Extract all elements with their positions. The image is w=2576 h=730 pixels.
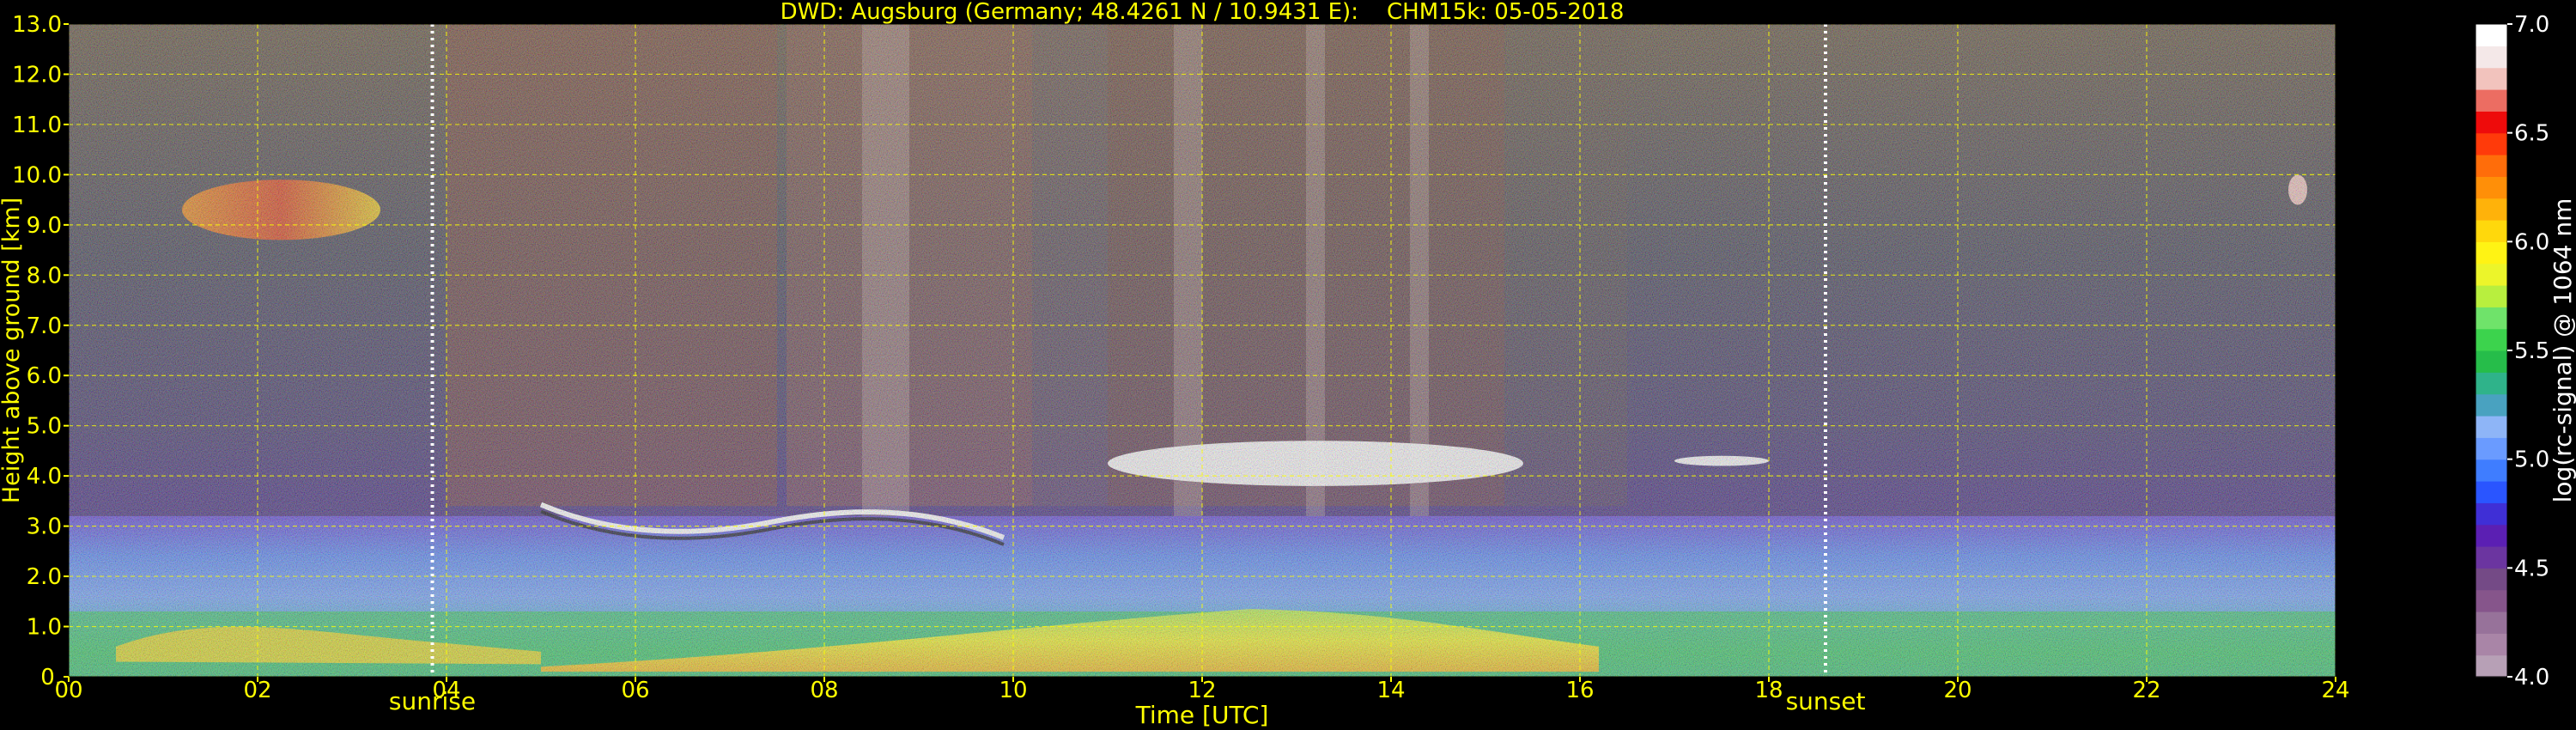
colorbar-segment <box>2476 285 2507 307</box>
colorbar-tick-label: 7.0 <box>2514 12 2549 38</box>
colorbar-segment <box>2476 372 2507 395</box>
sunrise-label: sunrise <box>389 687 476 715</box>
plot-area <box>69 24 2336 677</box>
chart-title: DWD: Augsburg (Germany; 48.4261 N / 10.9… <box>781 0 1625 25</box>
y-tick-label: 2.0 <box>27 564 62 590</box>
colorbar-segment <box>2476 46 2507 69</box>
colorbar-segment <box>2476 132 2507 155</box>
colorbar-segment <box>2476 24 2507 46</box>
y-tick-label: 10.0 <box>12 162 62 188</box>
colorbar-tick-label: 6.0 <box>2514 229 2549 255</box>
x-tick-label: 12 <box>1188 678 1216 703</box>
colorbar-segment <box>2476 198 2507 221</box>
y-tick-label: 1.0 <box>27 615 62 641</box>
sunset-label: sunset <box>1786 687 1866 715</box>
y-tick-label: 7.0 <box>27 313 62 339</box>
x-axis-label: Time [UTC] <box>1135 701 1269 729</box>
colorbar-segment <box>2476 546 2507 569</box>
colorbar: 4.0 4.5 5.0 5.5 6.0 6.5 7.0 <box>2475 12 2549 690</box>
y-tick-label: 6.0 <box>27 363 62 389</box>
y-tick-label: 8.0 <box>27 263 62 289</box>
y-tick-label: 11.0 <box>12 113 62 138</box>
colorbar-segment <box>2476 176 2507 199</box>
colorbar-tick-label: 5.0 <box>2514 447 2549 473</box>
colorbar-segment <box>2476 67 2507 90</box>
y-tick-label: 9.0 <box>27 213 62 239</box>
y-tick-label: 3.0 <box>27 514 62 540</box>
y-tick-label: 0. <box>40 665 62 690</box>
colorbar-segment <box>2476 307 2507 330</box>
colorbar-segment <box>2476 502 2507 526</box>
colorbar-tick-label: 4.5 <box>2514 556 2549 581</box>
colorbar-segment <box>2476 416 2507 438</box>
colorbar-segment <box>2476 393 2507 417</box>
colorbar-segment <box>2476 589 2507 612</box>
colorbar-segment <box>2476 155 2507 177</box>
colorbar-segment <box>2476 350 2507 373</box>
x-tick-label: 08 <box>810 678 838 703</box>
colorbar-segment <box>2476 481 2507 503</box>
colorbar-segment <box>2476 459 2507 482</box>
x-tick-label: 10 <box>999 678 1027 703</box>
colorbar-segment <box>2476 611 2507 634</box>
y-tick-label: 4.0 <box>27 464 62 490</box>
sun-marker-labels: sunrise sunset <box>389 687 1866 715</box>
colorbar-label: log(rc-signal) @ 1064 nm <box>2549 198 2576 503</box>
x-tick-label: 22 <box>2132 678 2160 703</box>
colorbar-segment <box>2476 633 2507 656</box>
colorbar-tick-label: 6.5 <box>2514 121 2549 147</box>
x-tick-label: 16 <box>1565 678 1594 703</box>
colorbar-segment <box>2476 111 2507 134</box>
x-tick-label: 20 <box>1943 678 1971 703</box>
colorbar-segment <box>2476 437 2507 460</box>
x-tick-label: 06 <box>621 678 649 703</box>
y-axis-label: Height above ground [km] <box>0 198 25 503</box>
colorbar-tick-label: 5.5 <box>2514 338 2549 364</box>
colorbar-segment <box>2476 220 2507 242</box>
x-tick-label: 18 <box>1754 678 1783 703</box>
x-tick-label: 02 <box>243 678 271 703</box>
colorbar-segment <box>2476 241 2507 265</box>
colorbar-segment <box>2476 654 2507 678</box>
colorbar-segment <box>2476 328 2507 351</box>
colorbar-tick-label: 4.0 <box>2514 665 2549 690</box>
y-tick-label: 5.0 <box>27 414 62 440</box>
colorbar-segment <box>2476 524 2507 547</box>
y-tick-label: 13.0 <box>12 12 62 38</box>
y-tick-label: 12.0 <box>12 62 62 88</box>
colorbar-segment <box>2476 568 2507 591</box>
x-tick-label: 24 <box>2321 678 2349 703</box>
ceilometer-chart: DWD: Augsburg (Germany; 48.4261 N / 10.9… <box>0 0 2576 729</box>
colorbar-segment <box>2476 263 2507 286</box>
x-tick-label: 14 <box>1376 678 1405 703</box>
colorbar-segment <box>2476 89 2507 112</box>
